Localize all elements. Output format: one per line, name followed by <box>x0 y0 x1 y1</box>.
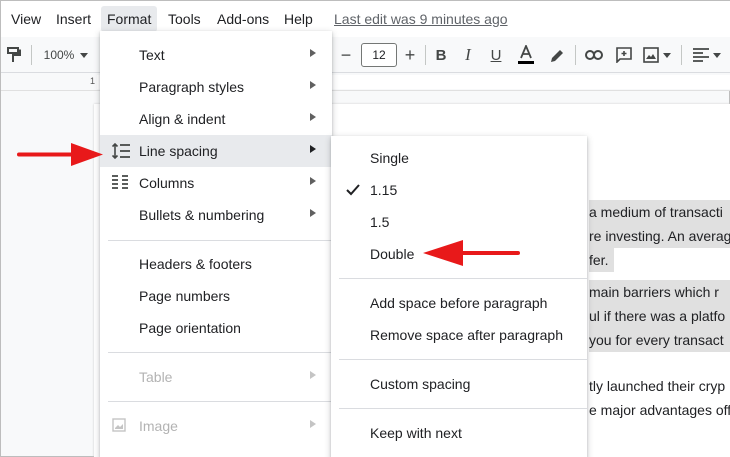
insert-image-icon[interactable] <box>640 37 674 73</box>
spacing-option-single[interactable]: Single <box>331 142 587 174</box>
last-edit-link[interactable]: Last edit was 9 minutes ago <box>334 11 508 27</box>
submenu-arrow-icon <box>310 371 316 379</box>
chevron-down-icon <box>80 52 89 58</box>
ruler-number: 1 <box>90 76 96 86</box>
spacing-option-1-15[interactable]: 1.15 <box>331 174 587 206</box>
italic-icon[interactable]: I <box>458 37 478 73</box>
font-size-input[interactable]: 12 <box>361 43 397 67</box>
menu-item-label: Headers & footers <box>139 256 252 272</box>
menu-item-image: Image <box>100 410 332 442</box>
document-line[interactable]: tly launched their cryp <box>589 374 730 398</box>
comment-icon[interactable] <box>613 37 635 73</box>
menu-item-label: Page numbers <box>139 288 231 304</box>
chevron-down-icon <box>713 52 721 58</box>
submenu-arrow-icon <box>310 49 316 57</box>
document-line[interactable]: main barriers which r <box>589 280 730 304</box>
text-color-icon[interactable] <box>515 37 537 73</box>
menu-tools[interactable]: Tools <box>168 11 201 27</box>
menu-divider <box>108 240 332 241</box>
menu-divider <box>339 278 587 279</box>
submenu-arrow-icon <box>310 177 316 185</box>
menu-item-label: Page orientation <box>139 320 241 336</box>
line-spacing-submenu: Single 1.15 1.5 Double Add space before … <box>331 136 587 457</box>
menu-item-table: Table <box>100 361 332 393</box>
document-line[interactable]: ul if there was a platfo <box>589 304 730 328</box>
menu-item-label: Columns <box>139 175 195 191</box>
toolbar-divider <box>425 45 426 65</box>
line-spacing-icon <box>111 142 130 160</box>
menu-item-headers-footers[interactable]: Headers & footers <box>100 248 332 280</box>
menu-item-label: 1.15 <box>370 182 398 198</box>
menu-item-paragraph-styles[interactable]: Paragraph styles <box>100 71 332 103</box>
menu-item-label: Remove space after paragraph <box>370 327 563 343</box>
menu-divider <box>108 352 332 353</box>
zoom-select[interactable]: 100% <box>41 37 91 73</box>
menu-item-text[interactable]: Text <box>100 39 332 71</box>
toolbar-divider <box>681 45 682 65</box>
highlight-color-icon[interactable] <box>546 37 568 73</box>
keep-with-next[interactable]: Keep with next <box>331 417 587 449</box>
underline-icon[interactable]: U <box>486 37 506 73</box>
zoom-value: 100% <box>43 48 75 62</box>
toolbar-divider <box>31 45 32 65</box>
submenu-arrow-icon <box>310 81 316 89</box>
submenu-arrow-icon <box>310 113 316 121</box>
checkmark-icon <box>345 182 361 198</box>
menu-item-label: Table <box>139 369 173 385</box>
custom-spacing[interactable]: Custom spacing <box>331 368 587 400</box>
annotation-arrow-line-spacing <box>17 143 103 166</box>
menu-item-label: Custom spacing <box>370 376 471 392</box>
align-icon[interactable] <box>687 37 727 73</box>
image-icon <box>112 418 130 434</box>
menu-item-label: Text <box>139 47 165 63</box>
menu-item-page-numbers[interactable]: Page numbers <box>100 280 332 312</box>
add-space-before-paragraph[interactable]: Add space before paragraph <box>331 287 587 319</box>
document-line[interactable]: fer. <box>589 248 614 272</box>
menu-item-label: Align & indent <box>139 111 226 127</box>
menu-divider <box>108 401 332 402</box>
menu-item-label: Bullets & numbering <box>139 207 265 223</box>
menu-item-label: 1.5 <box>370 214 390 230</box>
document-line[interactable]: e major advantages off <box>589 398 730 422</box>
menu-add-ons[interactable]: Add-ons <box>217 11 269 27</box>
decrease-font-size-button[interactable]: − <box>335 37 357 73</box>
columns-icon <box>112 175 130 191</box>
menu-item-line-spacing[interactable]: Line spacing <box>100 135 332 167</box>
menu-item-label: Add space before paragraph <box>370 295 548 311</box>
remove-space-after-paragraph[interactable]: Remove space after paragraph <box>331 319 587 351</box>
annotation-arrow-double <box>423 240 520 266</box>
document-line[interactable]: a medium of transacti <box>589 200 730 224</box>
menu-item-label: Line spacing <box>139 143 218 159</box>
menu-item-bullets-numbering[interactable]: Bullets & numbering <box>100 199 332 231</box>
increase-font-size-button[interactable]: + <box>399 37 421 73</box>
ruler-ticks <box>331 81 730 83</box>
menu-insert[interactable]: Insert <box>56 11 91 27</box>
menu-format[interactable]: Format <box>101 6 158 32</box>
menu-item-label: Paragraph styles <box>139 79 245 95</box>
menu-item-label: Double <box>370 246 415 262</box>
chevron-down-icon <box>663 52 671 58</box>
spacing-option-1-5[interactable]: 1.5 <box>331 206 587 238</box>
menu-divider <box>339 359 587 360</box>
menu-item-label: Image <box>139 418 178 434</box>
menu-item-label: Single <box>370 150 409 166</box>
paint-format-icon[interactable] <box>3 37 25 73</box>
menu-divider <box>339 408 587 409</box>
document-line[interactable]: re investing. An averag <box>589 224 730 248</box>
menu-item-columns[interactable]: Columns <box>100 167 332 199</box>
menu-item-page-orientation[interactable]: Page orientation <box>100 312 332 344</box>
toolbar-divider <box>575 45 576 65</box>
submenu-arrow-icon <box>310 420 316 428</box>
bold-icon[interactable]: B <box>431 37 451 73</box>
link-icon[interactable] <box>583 37 605 73</box>
menu-item-align-indent[interactable]: Align & indent <box>100 103 332 135</box>
menu-view[interactable]: View <box>11 11 41 27</box>
format-menu: Text Paragraph styles Align & indent Lin… <box>100 31 332 457</box>
menu-help[interactable]: Help <box>284 11 313 27</box>
submenu-arrow-icon <box>310 209 316 217</box>
submenu-arrow-icon <box>310 145 316 153</box>
document-line[interactable]: you for every transact <box>589 328 730 352</box>
menu-item-label: Keep with next <box>370 425 462 441</box>
